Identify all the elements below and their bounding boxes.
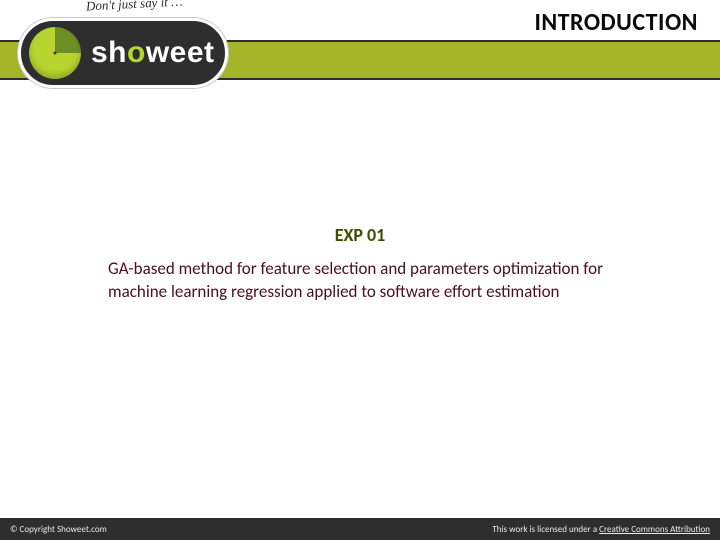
logo: Don't just say it … showeet	[18, 2, 233, 97]
logo-word-right: weet	[146, 36, 215, 69]
logo-word-mid: o	[127, 36, 146, 69]
logo-word-left: sh	[91, 36, 127, 69]
logo-tagline: Don't just say it …	[86, 0, 183, 15]
footer-license-prefix: This work is licensed under a	[492, 524, 599, 535]
body-text: GA-based method for feature selection an…	[108, 258, 648, 304]
page-title: INTRODUCTION	[534, 8, 698, 37]
footer-copyright: © Copyright Showeet.com	[10, 524, 107, 535]
pie-icon	[29, 27, 81, 79]
footer-license-link[interactable]: Creative Commons Attribution	[599, 524, 710, 535]
footer: © Copyright Showeet.com This work is lic…	[0, 518, 720, 540]
footer-license: This work is licensed under a Creative C…	[492, 524, 710, 535]
logo-wordmark: showeet	[91, 36, 215, 70]
experiment-label: EXP 01	[0, 224, 720, 246]
slide: INTRODUCTION Don't just say it … showeet…	[0, 0, 720, 540]
logo-badge: showeet	[18, 18, 228, 88]
